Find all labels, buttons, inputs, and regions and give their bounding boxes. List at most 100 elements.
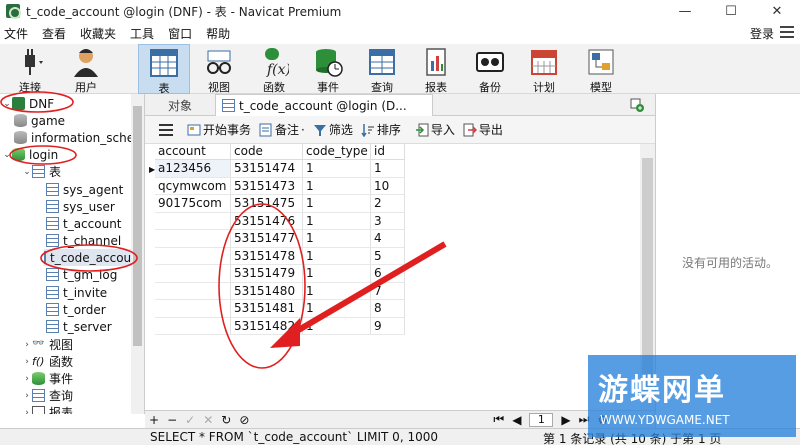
- cell-code[interactable]: 53151479: [231, 265, 303, 283]
- cell-id[interactable]: 5: [371, 247, 405, 265]
- export-button[interactable]: 导出: [463, 121, 503, 138]
- query-button[interactable]: 查询: [356, 44, 408, 94]
- cell-code-type[interactable]: 1: [303, 282, 371, 300]
- new-query-icon[interactable]: [630, 98, 644, 112]
- hamburger-menu-icon[interactable]: [780, 26, 794, 38]
- tree-db-information-schema[interactable]: information_schema: [14, 129, 144, 146]
- first-page-button[interactable]: ⏮: [493, 412, 504, 427]
- memo-button[interactable]: 备注 ·: [259, 121, 305, 138]
- next-page-button[interactable]: ▶: [561, 413, 570, 427]
- tree-group-queries[interactable]: › 查询: [22, 387, 73, 404]
- tree-table-item[interactable]: t_invite: [46, 284, 107, 301]
- tab-objects[interactable]: 对象: [145, 94, 215, 116]
- tree-group-events[interactable]: › 事件: [22, 370, 73, 387]
- tree-table-item[interactable]: t_order: [46, 301, 106, 318]
- table-button[interactable]: 表: [138, 44, 190, 95]
- tree-group-functions[interactable]: › f() 函数: [22, 353, 73, 370]
- model-button[interactable]: 模型: [575, 44, 627, 94]
- tree-table-item[interactable]: t_gm_log: [46, 266, 117, 283]
- chevron-right-icon[interactable]: ›: [22, 374, 32, 384]
- tree-table-item-selected[interactable]: t_code_account: [44, 249, 143, 266]
- tree-connection-dnf[interactable]: ⌄ DNF: [2, 95, 54, 112]
- chevron-down-icon[interactable]: ⌄: [2, 150, 12, 160]
- chevron-right-icon[interactable]: ›: [22, 391, 32, 401]
- cell-code-type[interactable]: 1: [303, 300, 371, 318]
- cell-code-type[interactable]: 1: [303, 212, 371, 230]
- cell-code[interactable]: 53151473: [231, 177, 303, 195]
- report-button[interactable]: 报表: [410, 44, 462, 94]
- cell-account[interactable]: [155, 300, 231, 318]
- cell-code-type[interactable]: 1: [303, 177, 371, 195]
- menu-view[interactable]: 查看: [38, 25, 76, 42]
- cell-account[interactable]: a123456: [155, 160, 231, 178]
- cell-id[interactable]: 8: [371, 300, 405, 318]
- delete-record-button[interactable]: −: [167, 413, 177, 427]
- menu-help[interactable]: 帮助: [202, 25, 240, 42]
- function-button[interactable]: f(x) 函数: [248, 44, 300, 94]
- column-header-code-type[interactable]: code_type: [303, 144, 371, 160]
- cell-id[interactable]: 4: [371, 230, 405, 248]
- close-button[interactable]: ✕: [754, 0, 800, 22]
- cell-code-type[interactable]: 1: [303, 230, 371, 248]
- chevron-down-icon[interactable]: ⌄: [2, 99, 12, 109]
- column-header-code[interactable]: code: [231, 144, 303, 160]
- menu-file[interactable]: 文件: [0, 25, 38, 42]
- cell-id[interactable]: 10: [371, 177, 405, 195]
- cell-account[interactable]: [155, 282, 231, 300]
- cell-code[interactable]: 53151474: [231, 160, 303, 178]
- cell-id[interactable]: 2: [371, 195, 405, 213]
- cell-id[interactable]: 6: [371, 265, 405, 283]
- import-button[interactable]: 导入: [415, 121, 455, 138]
- sort-button[interactable]: 排序: [361, 121, 401, 138]
- cell-code-type[interactable]: 1: [303, 247, 371, 265]
- minimize-button[interactable]: —: [662, 0, 708, 22]
- tree-group-tables[interactable]: ⌄ 表: [22, 163, 61, 180]
- cell-code-type[interactable]: 1: [303, 195, 371, 213]
- cell-account[interactable]: 90175com: [155, 195, 231, 213]
- cell-code-type[interactable]: 1: [303, 160, 371, 178]
- tree-table-item[interactable]: sys_agent: [46, 181, 123, 198]
- menu-favorites[interactable]: 收藏夹: [76, 25, 126, 42]
- schedule-button[interactable]: 计划: [518, 44, 570, 94]
- tree-scrollbar[interactable]: [131, 94, 144, 414]
- cell-code[interactable]: 53151481: [231, 300, 303, 318]
- chevron-right-icon[interactable]: ›: [22, 408, 32, 415]
- page-number-input[interactable]: 1: [529, 412, 554, 427]
- prev-page-button[interactable]: ◀: [512, 413, 521, 427]
- menu-icon[interactable]: [159, 123, 173, 136]
- cell-code-type[interactable]: 1: [303, 265, 371, 283]
- view-button[interactable]: 视图: [193, 44, 245, 94]
- cell-account[interactable]: [155, 230, 231, 248]
- discard-button[interactable]: ✕: [203, 413, 213, 427]
- tree-table-item[interactable]: t_server: [46, 318, 112, 335]
- apply-button[interactable]: ✓: [185, 413, 195, 427]
- column-header-account[interactable]: account: [155, 144, 231, 160]
- cell-account[interactable]: [155, 265, 231, 283]
- cell-account[interactable]: qcymwcom: [155, 177, 231, 195]
- menu-window[interactable]: 窗口: [164, 25, 202, 42]
- cell-code[interactable]: 53151475: [231, 195, 303, 213]
- tree-table-item[interactable]: sys_user: [46, 198, 115, 215]
- cell-account[interactable]: [155, 212, 231, 230]
- tab-current-table[interactable]: t_code_account @login (D...: [215, 94, 433, 116]
- user-button[interactable]: 用户: [60, 44, 112, 94]
- column-header-id[interactable]: id: [371, 144, 405, 160]
- tree-table-item[interactable]: t_account: [46, 215, 122, 232]
- tree-db-login[interactable]: ⌄ login: [2, 146, 58, 163]
- cell-id[interactable]: 9: [371, 317, 405, 335]
- cell-account[interactable]: [155, 317, 231, 335]
- chevron-down-icon[interactable]: ⌄: [22, 167, 32, 177]
- scrollbar-thumb[interactable]: [133, 106, 142, 346]
- begin-transaction-button[interactable]: 开始事务: [187, 121, 251, 138]
- tree-group-views[interactable]: › 👓 视图: [22, 336, 73, 353]
- tree-db-game[interactable]: game: [14, 112, 65, 129]
- chevron-right-icon[interactable]: ›: [22, 340, 32, 350]
- refresh-icon[interactable]: ↻: [221, 413, 231, 427]
- cell-code[interactable]: 53151478: [231, 247, 303, 265]
- cell-code[interactable]: 53151482: [231, 317, 303, 335]
- connect-button[interactable]: 连接: [4, 44, 56, 94]
- backup-button[interactable]: 备份: [464, 44, 516, 94]
- cell-id[interactable]: 7: [371, 282, 405, 300]
- cell-code[interactable]: 53151480: [231, 282, 303, 300]
- tree-group-reports[interactable]: › 报表: [22, 404, 73, 414]
